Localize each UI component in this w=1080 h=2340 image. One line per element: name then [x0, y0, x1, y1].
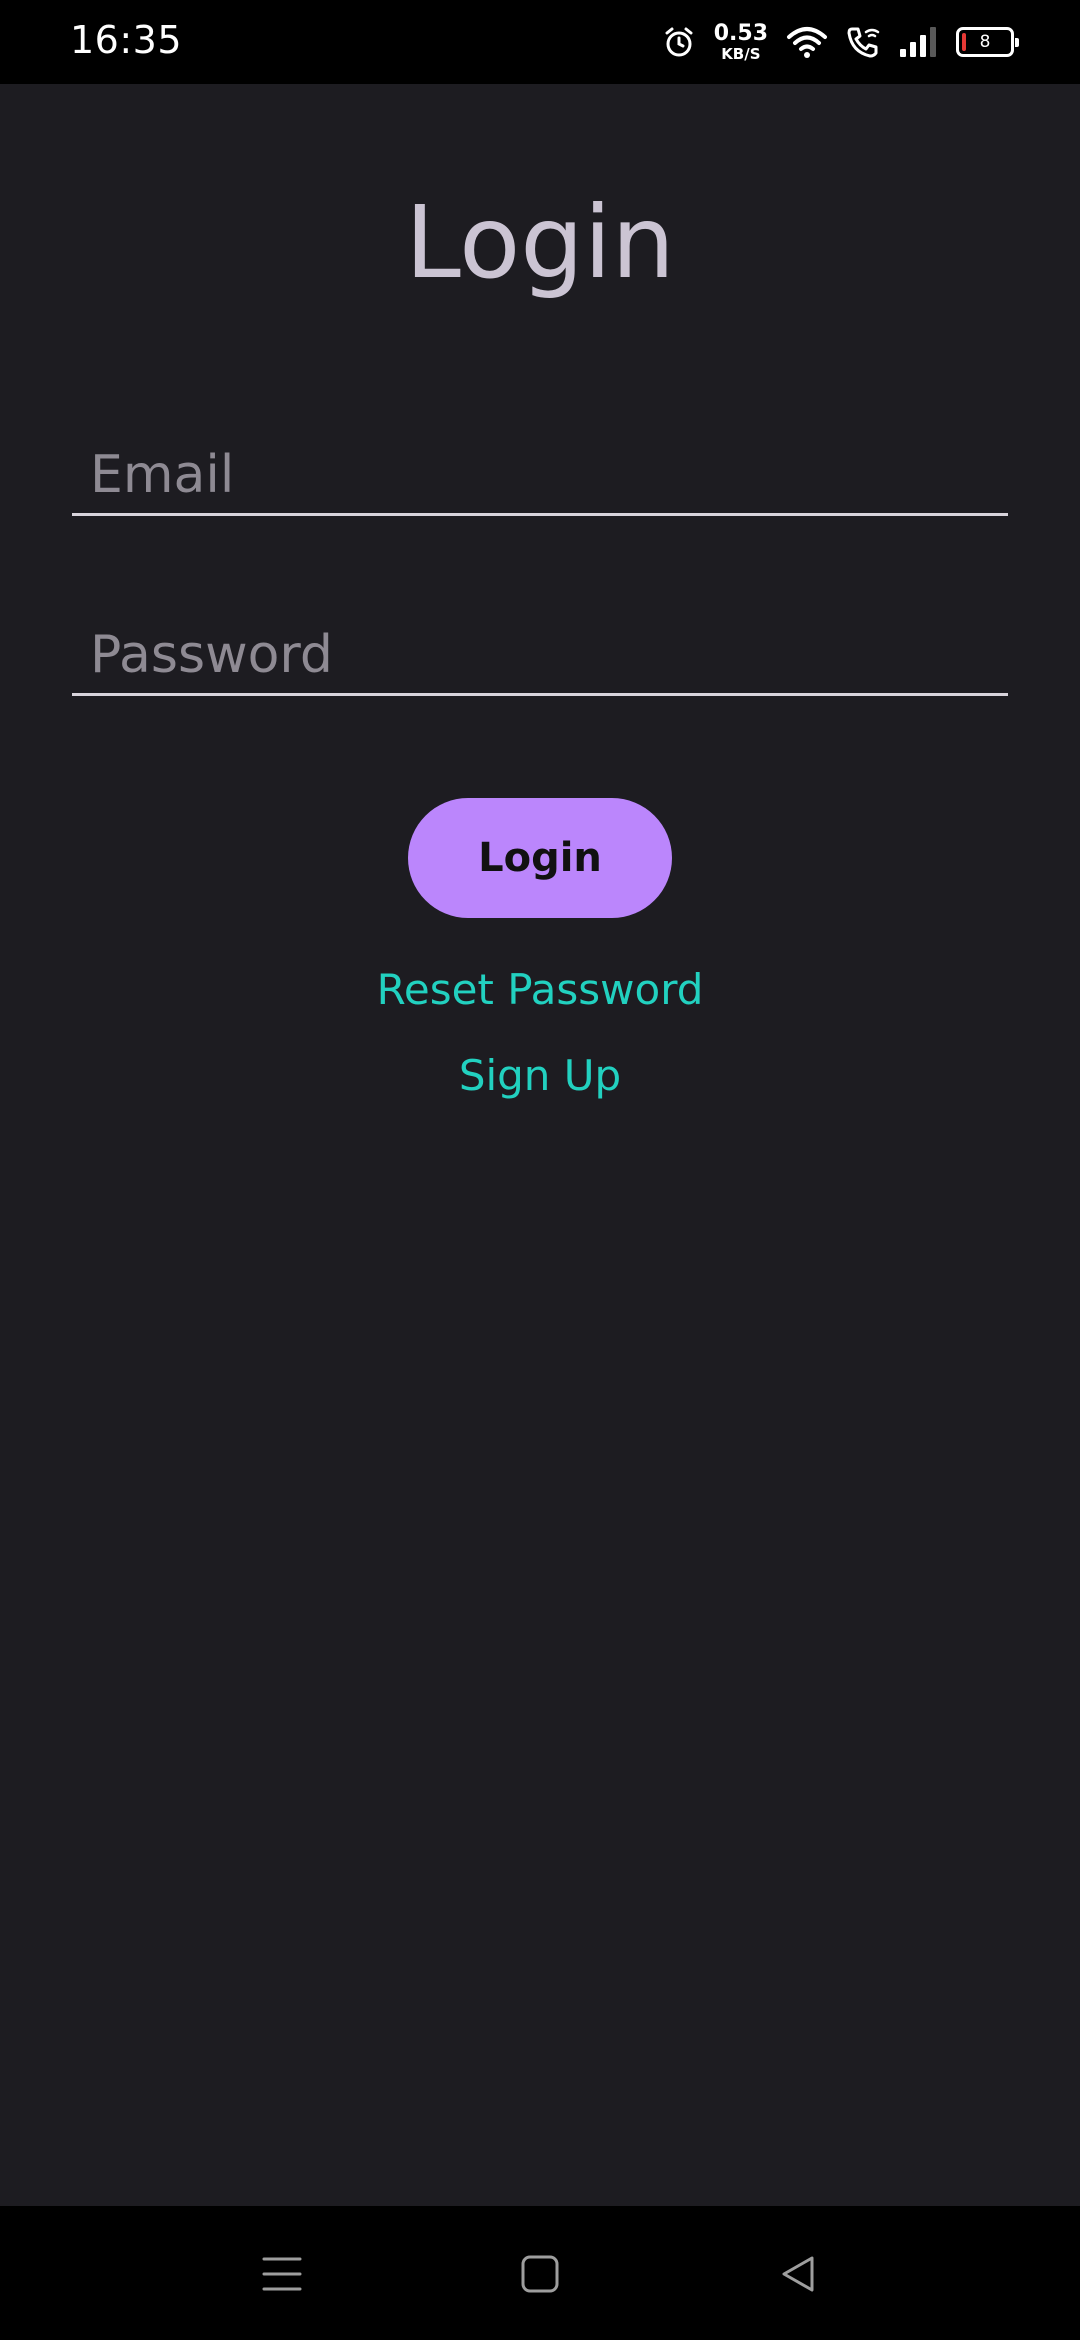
- sign-up-link[interactable]: Sign Up: [0, 1050, 1080, 1101]
- battery-icon: 8: [956, 27, 1019, 57]
- login-button[interactable]: Login: [408, 798, 672, 918]
- back-icon[interactable]: [762, 2238, 834, 2310]
- page-title: Login: [405, 184, 675, 301]
- status-time: 16:35: [70, 18, 183, 62]
- battery-level-bar: [962, 33, 966, 51]
- menu-icon[interactable]: [246, 2238, 318, 2310]
- login-screen: Login Login Reset Password Sign Up: [0, 84, 1080, 2206]
- network-speed: 0.53 KB/S: [713, 20, 768, 63]
- email-field-container: [72, 436, 1008, 516]
- status-icons: 0.53 KB/S 8: [662, 20, 1019, 64]
- home-icon[interactable]: [504, 2238, 576, 2310]
- status-bar: 16:35 0.53 KB/S 8: [0, 0, 1080, 84]
- signal-icon: [898, 25, 938, 59]
- network-speed-unit: KB/S: [721, 44, 761, 63]
- network-speed-value: 0.53: [713, 20, 768, 46]
- wifi-icon: [786, 25, 828, 59]
- reset-password-link[interactable]: Reset Password: [0, 964, 1080, 1015]
- password-field[interactable]: [72, 616, 1008, 693]
- battery-level: 8: [979, 32, 991, 52]
- wifi-call-icon: [846, 25, 880, 59]
- password-field-container: [72, 616, 1008, 696]
- email-field[interactable]: [72, 436, 1008, 513]
- navigation-bar: [0, 2206, 1080, 2340]
- alarm-icon: [662, 25, 696, 59]
